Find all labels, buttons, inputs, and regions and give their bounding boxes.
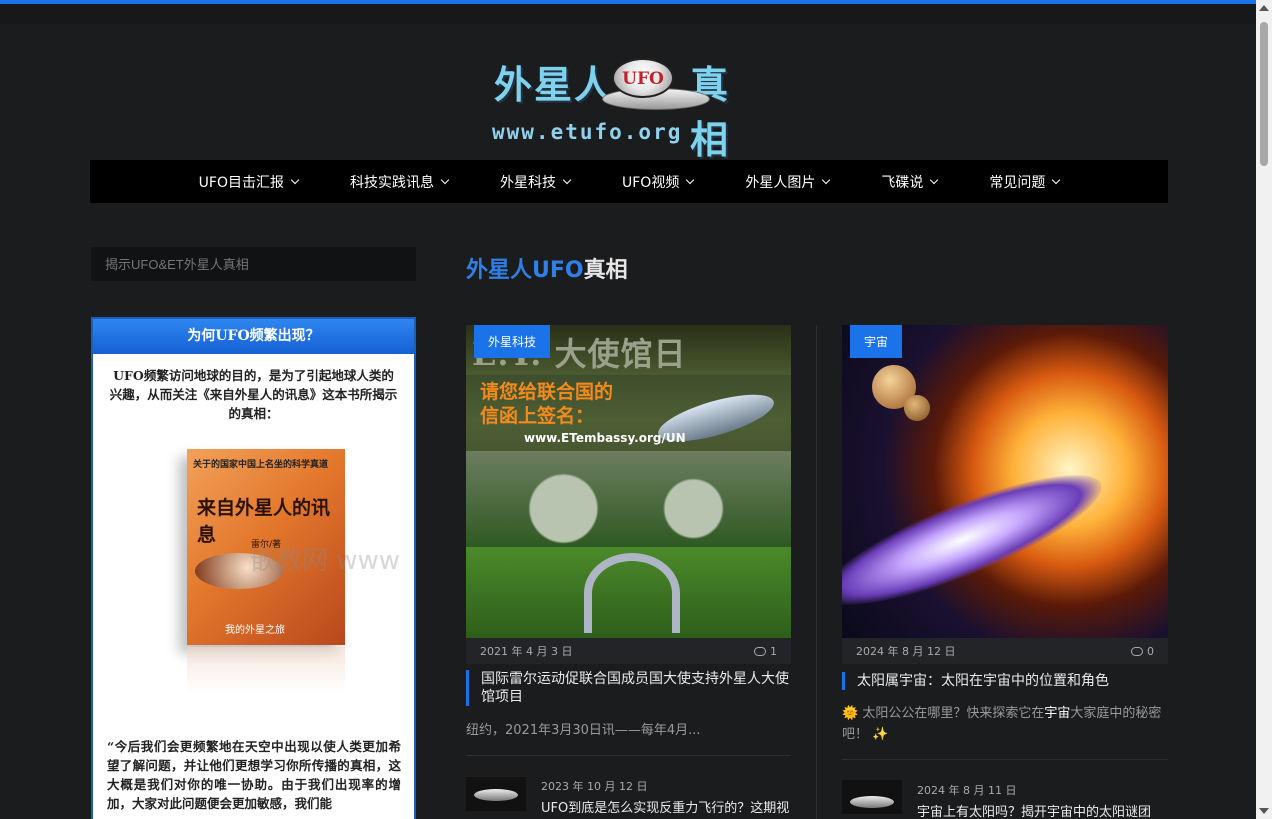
post-date: 2024 年 8 月 11 日 <box>917 784 1017 797</box>
ufo-thumb-icon <box>850 796 894 808</box>
chevron-down-icon <box>930 175 939 184</box>
widget-intro: UFO频繁访问地球的目的，是为了引起地球人类的兴趣，从而关注《来自外星人的讯息》… <box>109 368 398 421</box>
planet-small-icon <box>904 395 930 421</box>
post-thumbnail[interactable] <box>466 777 526 811</box>
site-logo[interactable]: 外星人 真相 UFO www.etufo.org <box>490 50 770 162</box>
comment-count[interactable]: 0 <box>1131 645 1154 658</box>
post-image-sun[interactable]: 宇宙 <box>842 325 1168 639</box>
scrollbar-thumb[interactable] <box>1260 22 1268 166</box>
comment-count[interactable]: 1 <box>754 645 777 658</box>
nav-label: 科技实践讯息 <box>350 174 434 191</box>
image-text-line2: 请您给联合国的 <box>480 381 614 403</box>
category-badge[interactable]: 外星科技 <box>474 325 551 358</box>
excerpt-keyword: 宇宙 <box>1044 706 1071 721</box>
logo-text-left: 外星人 <box>494 62 615 107</box>
category-badge[interactable]: 宇宙 <box>850 325 903 358</box>
chevron-down-icon <box>1052 175 1061 184</box>
post-date: 2023 年 10 月 12 日 <box>541 780 648 793</box>
ufo-disc-icon <box>195 553 283 589</box>
section-title-highlight: 外星人UFO <box>466 258 584 283</box>
nav-label: 飞碟说 <box>881 174 924 191</box>
nav-item-ufo-sightings[interactable]: UFO目击汇报 <box>198 172 300 192</box>
logo-badge-text: UFO <box>622 69 664 89</box>
page-scrollbar[interactable] <box>1256 0 1272 819</box>
book-top-text: 关于的国家中国上名坐的科学真道 <box>193 460 329 470</box>
image-dome <box>584 553 680 633</box>
book-author: 雷尔/著 <box>251 540 282 550</box>
chevron-down-icon <box>440 175 450 184</box>
post-date: 2021 年 4 月 3 日 <box>480 645 573 658</box>
galaxy-disk <box>842 451 1115 629</box>
nav-item-flying-saucer[interactable]: 飞碟说 <box>881 172 939 192</box>
nav-label: UFO目击汇报 <box>198 174 284 191</box>
comment-icon <box>1131 646 1143 656</box>
post-title[interactable]: 太阳属宇宙：太阳在宇宙中的位置和角色 <box>842 672 1168 690</box>
chevron-down-icon <box>290 175 300 184</box>
post-date: 2024 年 8 月 12 日 <box>856 645 956 658</box>
post-image-embassy[interactable]: E.T. 大使馆日 请您给联合国的 信函上签名： www.ETembassy.o… <box>466 325 791 639</box>
post-meta: 2024 年 8 月 12 日 0 <box>842 638 1168 664</box>
logo-url: www.etufo.org <box>492 120 683 144</box>
scroll-up-icon[interactable] <box>1259 5 1269 11</box>
search-input[interactable] <box>91 247 416 281</box>
why-ufo-widget: 为何UFO频繁出现？ UFO频繁访问地球的目的，是为了引起地球人类的兴趣，从而关… <box>91 317 416 819</box>
post-thumbnail[interactable] <box>842 780 902 814</box>
comment-count-value: 0 <box>1147 644 1154 658</box>
chevron-down-icon <box>822 175 831 184</box>
post-title[interactable]: 宇宙上有太阳吗？揭开宇宙中的太阳谜团 <box>917 804 1167 819</box>
post-divider <box>466 755 791 756</box>
column-divider <box>816 325 817 819</box>
post-meta: 2021 年 4 月 3 日 1 <box>466 638 791 664</box>
section-title-rest: 真相 <box>583 258 628 283</box>
logo-text-right: 真相 <box>690 62 731 162</box>
nav-label: UFO视频 <box>622 174 680 191</box>
comment-icon <box>754 646 766 656</box>
widget-quote: “今后我们会更频繁地在天空中出现以使人类更加希望了解问题，并让他们更想学习你所传… <box>107 739 401 811</box>
nav-item-ufo-video[interactable]: UFO视频 <box>622 172 695 192</box>
nav-item-faq[interactable]: 常见问题 <box>989 172 1061 192</box>
comment-count-value: 1 <box>770 644 777 658</box>
nav-item-tech-messages[interactable]: 科技实践讯息 <box>350 172 450 192</box>
scroll-down-icon[interactable] <box>1259 808 1269 814</box>
ufo-badge-icon: UFO <box>612 58 674 98</box>
section-title: 外星人UFO真相 <box>466 252 628 284</box>
post-title[interactable]: 国际雷尔运动促联合国成员国大使支持外星人大使馆项目 <box>466 670 791 706</box>
nav-item-alien-pictures[interactable]: 外星人图片 <box>745 172 831 192</box>
post-excerpt: 纽约，2021年3月30日讯——每年4月... <box>466 723 701 738</box>
book-cover[interactable]: 关于的国家中国上名坐的科学真道 来自外星人的讯息 雷尔/著 我的外星之旅 <box>187 449 345 645</box>
ufo-thumb-icon <box>474 789 518 801</box>
post-excerpt: 🌞 太阳公公在哪里？快来探索它在宇宙大家庭中的秘密吧！ ✨ <box>842 703 1168 745</box>
chevron-down-icon <box>562 175 572 184</box>
chevron-down-icon <box>686 175 695 184</box>
nav-label: 外星科技 <box>500 174 556 191</box>
nav-label: 常见问题 <box>989 174 1046 191</box>
post-divider <box>842 759 1168 760</box>
post-title[interactable]: UFO到底是怎么实现反重力飞行的？这期视 <box>541 800 791 818</box>
image-url: www.ETembassy.org/UN <box>524 431 686 445</box>
image-text-line3: 信函上签名： <box>480 405 595 427</box>
book-subtitle: 我的外星之旅 <box>225 625 285 636</box>
excerpt-pre: 🌞 太阳公公在哪里？快来探索它在 <box>842 706 1045 721</box>
main-nav: UFO目击汇报 科技实践讯息 外星科技 UFO视频 外星人图片 飞碟说 常见问题 <box>90 160 1168 203</box>
nav-item-alien-tech[interactable]: 外星科技 <box>500 172 572 192</box>
nav-label: 外星人图片 <box>745 174 816 191</box>
header-band <box>0 4 1256 24</box>
widget-title: 为何UFO频繁出现？ <box>93 319 414 354</box>
book-reflection <box>187 647 345 693</box>
image-city <box>466 451 791 547</box>
logo-text: 外星人 真相 <box>494 54 728 162</box>
